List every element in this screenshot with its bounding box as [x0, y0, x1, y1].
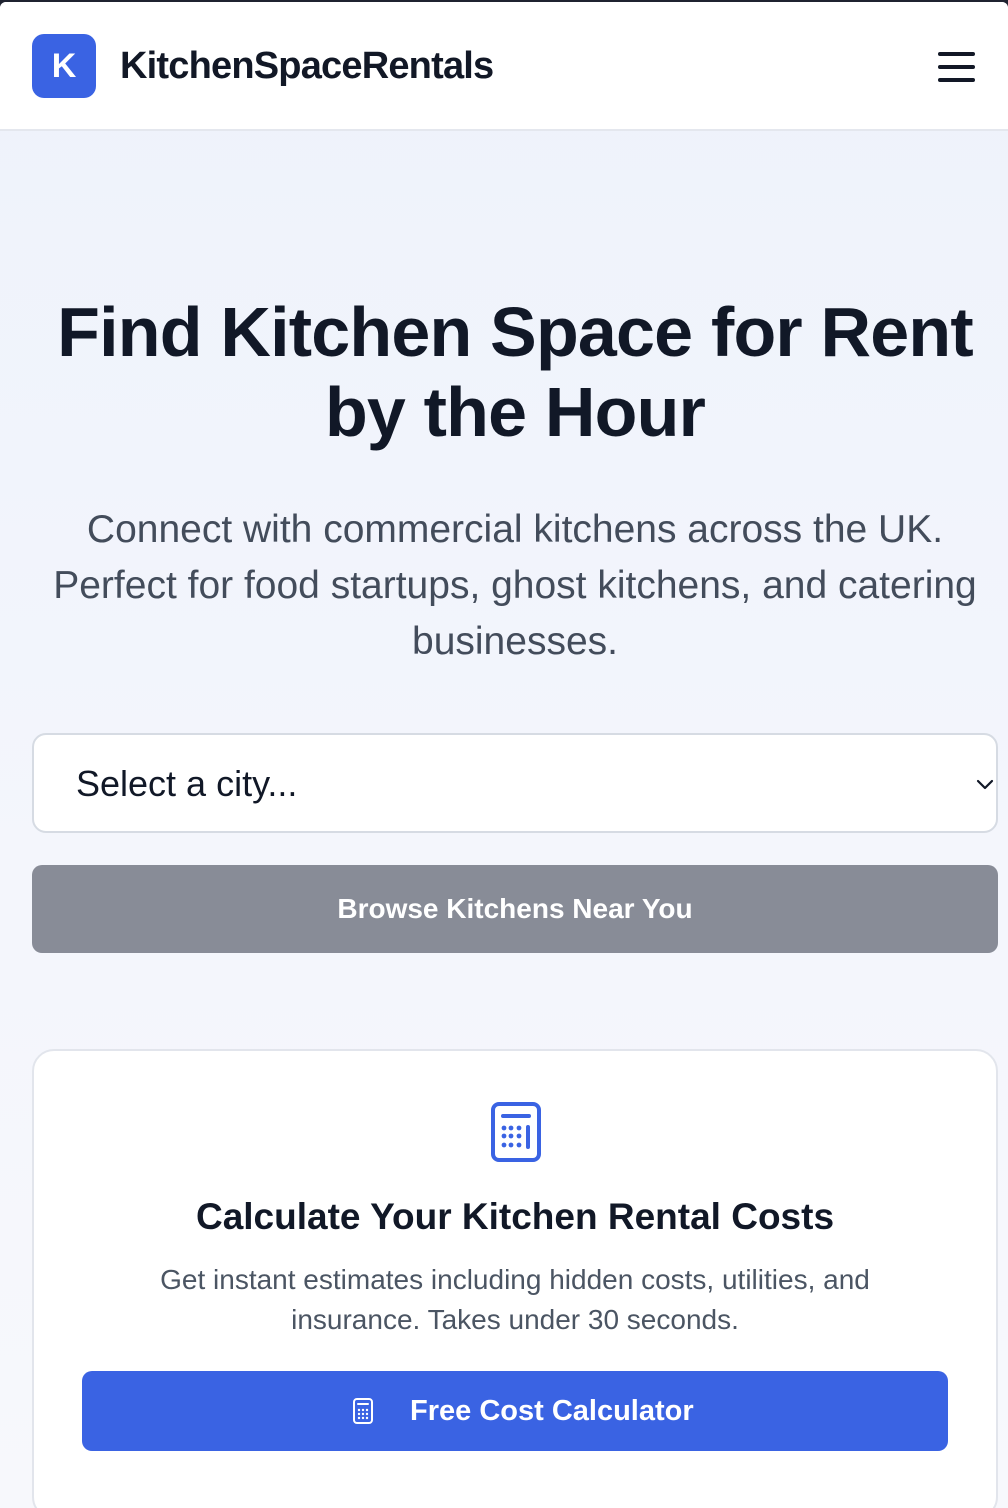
- city-select-dropdown[interactable]: Select a city...: [32, 733, 998, 833]
- city-select-value: Select a city...: [76, 763, 298, 804]
- hero-title: Find Kitchen Space for Rent by the Hour: [57, 293, 974, 451]
- menu-bar-line: [938, 52, 975, 56]
- top-navigation-bar: K KitchenSpaceRentals: [0, 2, 1008, 131]
- hamburger-menu-icon[interactable]: [932, 48, 984, 88]
- free-cost-calculator-label: Free Cost Calculator: [410, 1395, 694, 1427]
- calculator-icon: [353, 1398, 373, 1424]
- logo-badge[interactable]: K: [32, 34, 96, 98]
- free-cost-calculator-button[interactable]: Free Cost Calculator: [82, 1371, 948, 1451]
- calculator-card-title: Calculate Your Kitchen Rental Costs: [195, 1196, 835, 1237]
- cost-calculator-card: Calculate Your Kitchen Rental Costs Get …: [32, 1049, 998, 1508]
- chevron-down-icon: [976, 779, 994, 790]
- brand-name[interactable]: KitchenSpaceRentals: [120, 42, 494, 90]
- calculator-icon: [491, 1102, 541, 1162]
- hero-subtitle: Connect with commercial kitchens across …: [53, 508, 977, 663]
- menu-bar-line: [938, 78, 975, 82]
- browse-kitchens-button[interactable]: Browse Kitchens Near You: [32, 865, 998, 953]
- menu-bar-line: [938, 65, 975, 69]
- page: K KitchenSpaceRentals Find Kitchen Space…: [0, 2, 1008, 1508]
- calculator-card-description: Get instant estimates including hidden c…: [160, 1264, 870, 1335]
